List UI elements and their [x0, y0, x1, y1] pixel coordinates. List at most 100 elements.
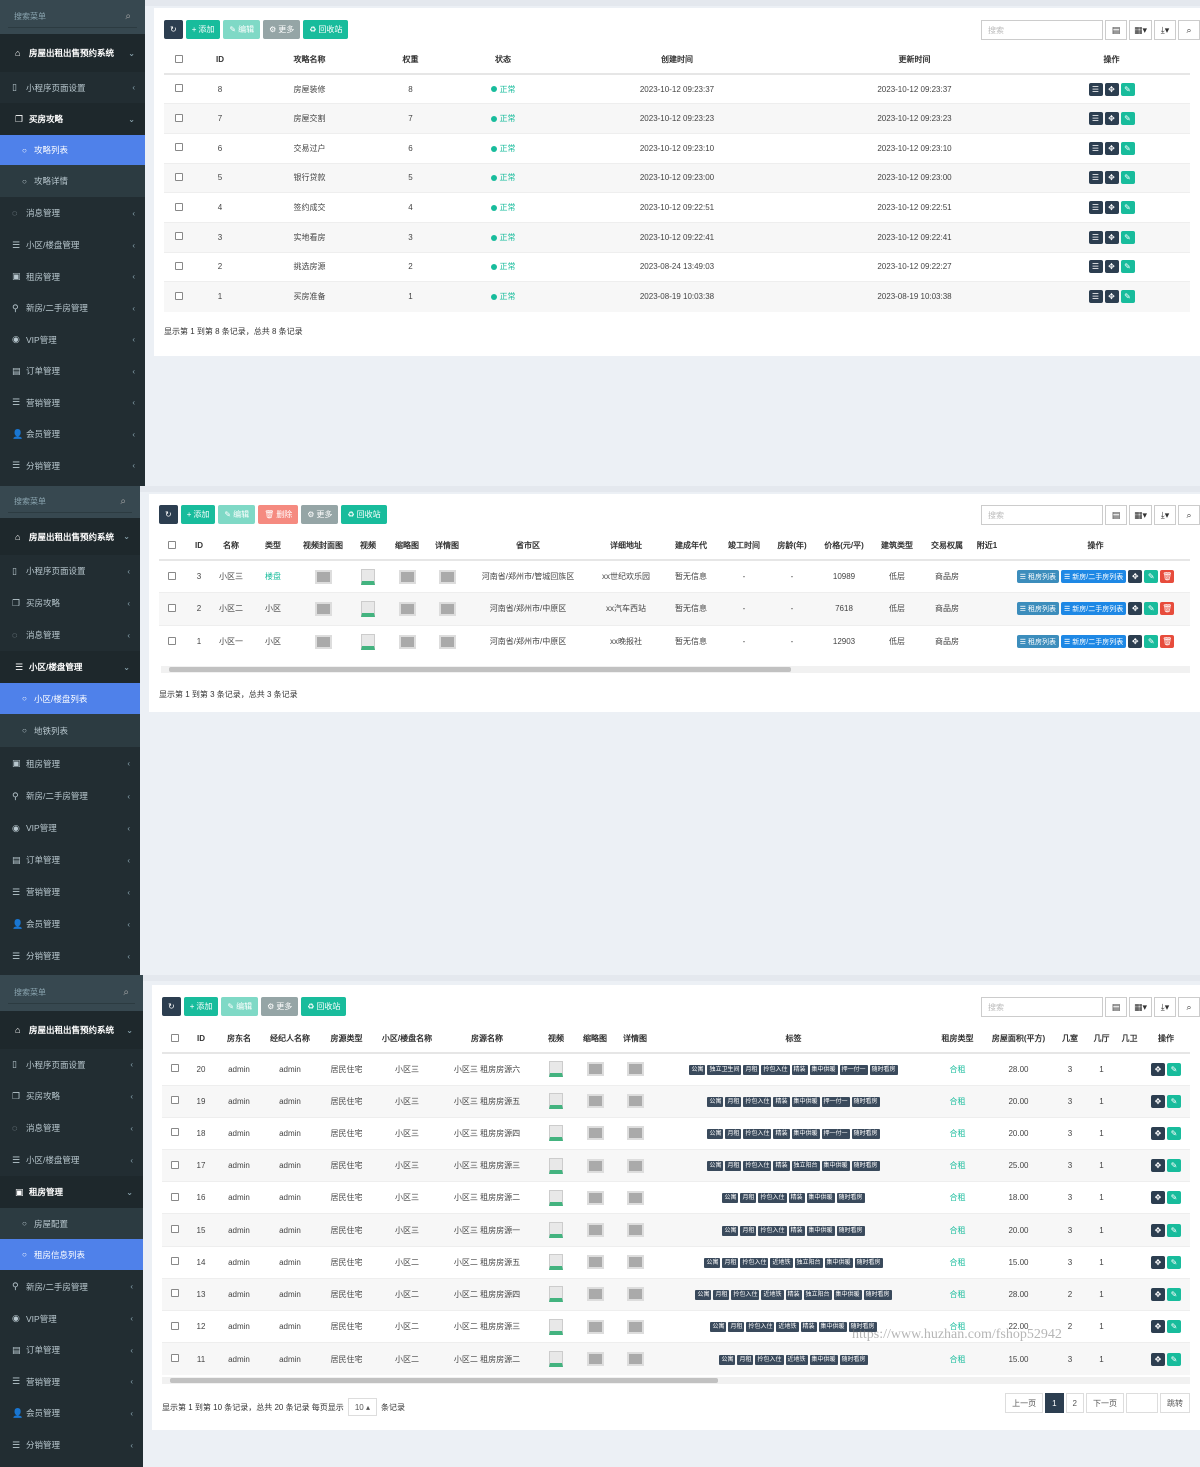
table-row[interactable]: 7 房屋交割 7 正常 2023-10-12 09:23:23 2023-10-12 09…	[164, 103, 1190, 134]
cell-detail-img[interactable]	[615, 1084, 655, 1118]
add-button[interactable]: + 添加	[180, 505, 216, 524]
menu-community-list[interactable]: ○ 小区/楼盘列表	[0, 683, 140, 714]
menu-miniprogram[interactable]: ▯ 小程序页面设置 ‹	[0, 555, 140, 587]
menu-distribution[interactable]: ☰ 分销管理 ‹	[0, 940, 140, 972]
col-name[interactable]: 名称	[213, 532, 249, 561]
columns-button[interactable]: ▦▾	[1128, 20, 1152, 40]
row-checkbox[interactable]	[164, 162, 194, 193]
search-toggle-button[interactable]: ⌕	[1178, 997, 1200, 1017]
menu-vip[interactable]: ◉ VIP管理 ‹	[0, 812, 140, 844]
jump-page-input[interactable]	[1126, 1393, 1158, 1413]
recycle-button[interactable]: ♻ 回收站	[303, 20, 349, 39]
drag-icon[interactable]: ✥	[1151, 1320, 1165, 1334]
menu-order[interactable]: ▤ 订单管理 ‹	[0, 1334, 143, 1366]
drag-icon[interactable]: ✥	[1151, 1191, 1165, 1205]
video-file-icon[interactable]	[361, 568, 375, 585]
list-icon[interactable]: ☰	[1088, 260, 1103, 274]
row-checkbox[interactable]	[162, 1084, 188, 1118]
cell-video[interactable]	[537, 1245, 575, 1279]
cell-video-cover[interactable]	[297, 592, 349, 625]
newhouse-list-button[interactable]: ☰ 新房/二手房列表	[1061, 635, 1127, 648]
table-row[interactable]: 13 admin admin 居民住宅 小区二 小区二 租房房源四 公寓 月租 拎包入住 近地铁精…	[162, 1277, 1190, 1311]
row-checkbox[interactable]	[164, 281, 194, 312]
rent-list-button[interactable]: ☰ 租房列表	[1016, 570, 1060, 583]
image-thumbnail[interactable]	[586, 1094, 604, 1109]
sidebar-search[interactable]: 搜索菜单 ⌕	[0, 486, 140, 518]
col-weight[interactable]: 权重	[373, 46, 448, 75]
search-input[interactable]: 搜索	[980, 20, 1103, 40]
pencil-icon[interactable]: ✎	[1167, 1126, 1181, 1140]
pencil-icon[interactable]: ✎	[1120, 82, 1135, 96]
col-age[interactable]: 房龄(年)	[769, 532, 815, 561]
recycle-button[interactable]: ♻ 回收站	[341, 505, 387, 524]
drag-icon[interactable]: ✥	[1104, 112, 1119, 126]
more-button[interactable]: ⚙ 更多	[301, 505, 339, 524]
video-file-icon[interactable]	[549, 1351, 563, 1368]
menu-vip[interactable]: ◉ VIP管理 ‹	[0, 324, 145, 355]
cell-detail-img[interactable]	[615, 1116, 655, 1150]
col-hall[interactable]: 几厅	[1086, 1025, 1117, 1054]
pencil-icon[interactable]: ✎	[1167, 1191, 1181, 1205]
video-file-icon[interactable]	[549, 1222, 563, 1239]
image-thumbnail[interactable]	[626, 1223, 644, 1238]
cell-video[interactable]	[537, 1213, 575, 1247]
table-row[interactable]: 2 挑选房源 2 正常 2023-08-24 13:49:03 2023-10-12 09…	[164, 251, 1190, 282]
table-row[interactable]: 14 admin admin 居民住宅 小区二 小区二 租房房源五 公寓 月租 拎包入住 近地铁独…	[162, 1245, 1190, 1279]
menu-message[interactable]: ◌ 消息管理 ‹	[0, 619, 140, 651]
row-checkbox[interactable]	[162, 1052, 188, 1086]
row-checkbox[interactable]	[159, 624, 185, 658]
table-row[interactable]: 17 admin admin 居民住宅 小区三 小区三 租房房源三 公寓 月租 拎包入住 精装 独立…	[162, 1149, 1190, 1182]
col-id[interactable]: ID	[185, 532, 213, 561]
refresh-button[interactable]: ↻	[159, 505, 178, 524]
video-file-icon[interactable]	[549, 1254, 563, 1271]
cell-video[interactable]	[537, 1084, 575, 1118]
col-created[interactable]: 创建时间	[558, 46, 796, 75]
image-thumbnail[interactable]	[586, 1126, 604, 1141]
drag-icon[interactable]: ✥	[1151, 1126, 1165, 1140]
select-all-checkbox[interactable]	[162, 1025, 188, 1054]
table-row[interactable]: 1 买房准备 1 正常 2023-08-19 10:03:38 2023-08-19 10…	[164, 281, 1190, 312]
row-checkbox[interactable]	[164, 73, 194, 104]
pencil-icon[interactable]: ✎	[1167, 1159, 1181, 1173]
col-video[interactable]: 视频	[349, 532, 387, 561]
menu-member[interactable]: 👤 会员管理 ‹	[0, 908, 140, 940]
table-row[interactable]: 2 小区二 小区 河南省/郑州市/中原区 xx汽车西站 暂无信息 - -7618 低层 商品房 ☰ …	[159, 592, 1190, 625]
image-thumbnail[interactable]	[586, 1287, 604, 1302]
menu-miniprogram[interactable]: ▯ 小程序页面设置 ‹	[0, 1049, 143, 1080]
col-btype[interactable]: 建筑类型	[873, 532, 921, 561]
cell-video[interactable]	[537, 1052, 575, 1086]
row-checkbox[interactable]	[162, 1149, 188, 1182]
cell-thumb[interactable]	[387, 624, 427, 658]
video-file-icon[interactable]	[549, 1093, 563, 1110]
pencil-icon[interactable]: ✎	[1120, 171, 1135, 185]
pencil-icon[interactable]: ✎	[1120, 112, 1135, 126]
cell-video-cover[interactable]	[297, 559, 349, 593]
drag-icon[interactable]: ✥	[1151, 1159, 1165, 1173]
search-input[interactable]: 搜索	[980, 505, 1103, 525]
edit-button[interactable]: ✎ 编辑	[221, 997, 259, 1016]
col-thumb[interactable]: 缩略图	[575, 1025, 615, 1054]
video-file-icon[interactable]	[361, 600, 375, 617]
row-checkbox[interactable]	[164, 132, 194, 164]
menu-member[interactable]: 👤 会员管理 ‹	[0, 418, 145, 450]
cell-detail-img[interactable]	[427, 559, 467, 593]
prev-page-button[interactable]: 上一页	[1005, 1393, 1044, 1413]
row-checkbox[interactable]	[164, 192, 194, 223]
drag-icon[interactable]: ✥	[1128, 602, 1143, 616]
list-icon[interactable]: ☰	[1088, 141, 1103, 155]
export-button[interactable]: ⤓▾	[1154, 997, 1176, 1017]
row-checkbox[interactable]	[162, 1213, 188, 1247]
cell-detail-img[interactable]	[615, 1181, 655, 1214]
newhouse-list-button[interactable]: ☰ 新房/二手房列表	[1061, 602, 1127, 616]
menu-subway[interactable]: ○ 地铁列表	[0, 714, 140, 747]
more-button[interactable]: ⚙ 更多	[263, 20, 301, 39]
pencil-icon[interactable]: ✎	[1167, 1062, 1181, 1076]
list-icon[interactable]: ☰	[1088, 171, 1103, 185]
video-file-icon[interactable]	[549, 1189, 563, 1206]
cell-video[interactable]	[537, 1277, 575, 1311]
menu-guide[interactable]: ❐ 买房攻略 ‹	[0, 587, 140, 619]
row-checkbox[interactable]	[162, 1245, 188, 1279]
menu-rent[interactable]: ▣ 租房管理 ⌄	[0, 1176, 143, 1208]
table-row[interactable]: 1 小区一 小区 河南省/郑州市/中原区 xx晚报社 暂无信息 - -12903 低层 商品房 ☰ …	[159, 624, 1190, 658]
menu-community[interactable]: ☰ 小区/楼盘管理 ‹	[0, 229, 145, 261]
